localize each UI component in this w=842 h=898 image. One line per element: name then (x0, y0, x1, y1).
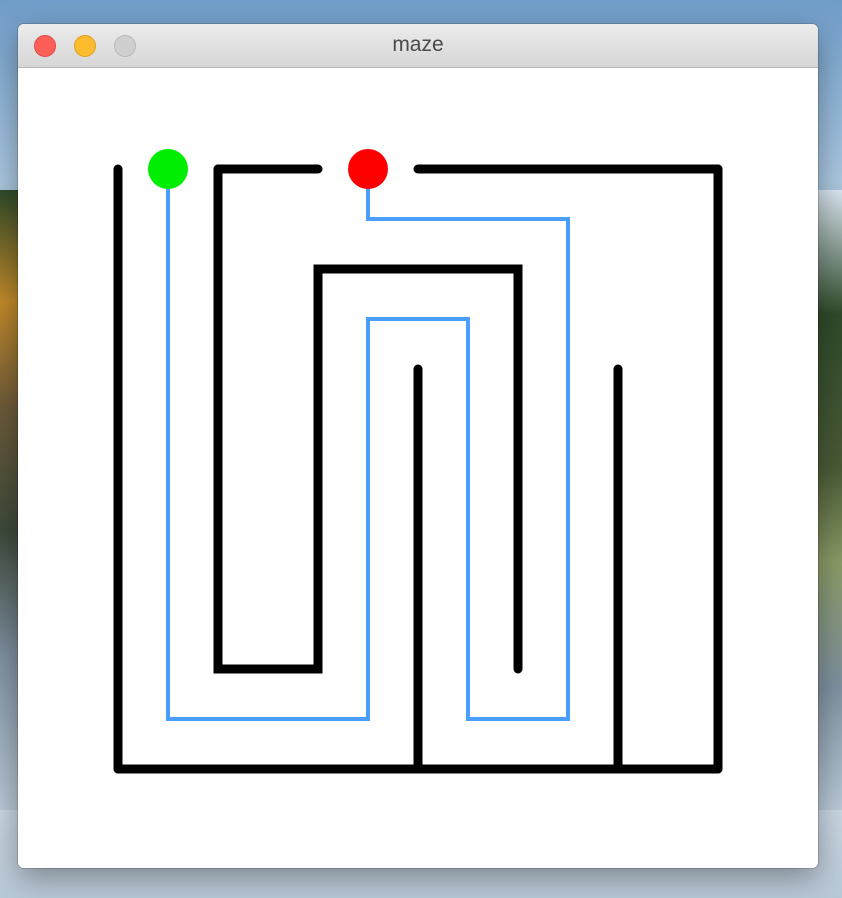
title-bar[interactable]: maze (18, 24, 818, 68)
maze-drawing (113, 149, 723, 774)
start-marker (148, 149, 188, 189)
end-marker (348, 149, 388, 189)
maze-canvas (18, 68, 818, 868)
maze-walls (113, 164, 723, 774)
desktop-background-right (818, 190, 842, 810)
maze-window: maze (18, 24, 818, 868)
window-title: maze (392, 33, 444, 56)
solution-path (166, 169, 570, 721)
desktop-background-left (0, 190, 18, 810)
